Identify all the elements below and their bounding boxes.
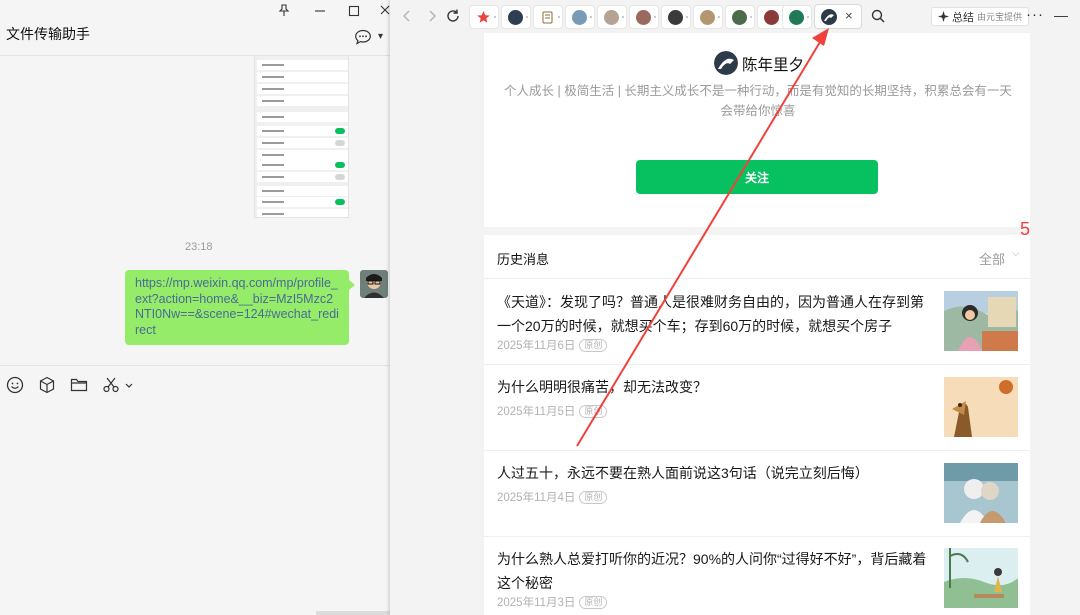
scrollbar[interactable] [316,611,390,615]
chevron-down-icon[interactable]: ⌵ [1012,248,1020,259]
article-meta: 2025年11月6日 原创 [497,337,608,353]
profile-avatar[interactable] [714,51,738,75]
tab[interactable] [782,5,812,29]
profile-name: 陈年里夕 [742,57,805,74]
profile-card: 陈年里夕 个人成长 | 极简生活 | 长期主义成长不是一种行动，而是有觉知的长期… [484,33,1030,227]
tab-avatar-icon [668,10,683,25]
profile-description: 个人成长 | 极简生活 | 长期主义成长不是一种行动，而是有觉知的长期坚持，积累… [504,84,1012,118]
article-date: 2025年11月4日 [497,492,576,504]
summary-sub-label: 由元宝提供 [977,12,1023,22]
summary-label: 总结 [952,11,974,24]
message-timestamp: 23:18 [185,241,213,253]
tab-avatar-icon [764,10,779,25]
tab-avatar-icon [700,10,715,25]
history-list: 历史消息 全部 ⌵ 《天道》：发现了吗？普通人是很难财务自由的，因为普通人在存到… [484,235,1030,615]
article-date: 2025年11月6日 [497,340,576,352]
summary-button[interactable]: 总结 由元宝提供 [931,7,1030,26]
original-badge: 原创 [579,404,608,418]
list-item[interactable]: 为什么明明很痛苦，却无法改变？ 2025年11月5日 原创 [484,364,1030,450]
minimize-icon[interactable] [314,4,326,20]
article-thumbnail [944,548,1018,608]
tab[interactable] [693,5,723,29]
tab-avatar-icon [789,10,804,25]
chat-title: 文件传输助手 [6,26,90,42]
article-meta: 2025年11月4日 原创 [497,489,608,505]
article-thumbnail [944,377,1018,437]
tab[interactable] [565,5,595,29]
minimize-icon[interactable]: — [1054,7,1068,23]
tab-close-icon[interactable]: × [845,8,853,23]
chat-window: 文件传输助手 ▾ 23:18 https://mp.weixin.qq.com/… [0,0,390,615]
original-badge: 原创 [579,490,608,504]
tab-avatar-icon [732,10,747,25]
article-date: 2025年11月3日 [497,597,576,609]
more-icon[interactable]: ··· [1026,6,1044,23]
divider [0,365,390,366]
pin-icon[interactable] [278,4,290,20]
message-bubble-link[interactable]: https://mp.weixin.qq.com/mp/profile_ext?… [125,270,355,345]
original-badge: 原创 [579,595,608,609]
chevron-down-icon[interactable]: ▾ [378,31,383,42]
article-title: 人过五十，永远不要在熟人面前说这3句话（说完立刻后悔） [497,465,869,481]
maximize-icon[interactable] [348,4,360,20]
scissors-icon[interactable] [102,376,138,396]
close-icon[interactable] [380,4,390,20]
back-icon[interactable] [398,7,416,25]
article-title: 为什么熟人总爱打听你的近况？90%的人问你“过得好不好”，背后藏着这个秘密 [497,551,927,591]
emoji-icon[interactable] [6,376,26,396]
tab[interactable] [501,5,531,29]
article-thumbnail [944,463,1018,523]
list-item[interactable]: 《天道》：发现了吗？普通人是很难财务自由的，因为普通人在存到第一个20万的时候，… [484,278,1030,364]
chat-bubble-icon[interactable] [354,29,374,49]
tab[interactable] [533,5,563,29]
tab[interactable] [661,5,691,29]
article-title: 为什么明明很痛苦，却无法改变？ [497,379,707,395]
original-badge: 原创 [579,338,608,352]
tab[interactable] [597,5,627,29]
tab-avatar-icon [636,10,651,25]
browser-window: × 总结 由元宝提供 ··· — 陈年里夕 个人成长 | 极简生活 | 长期主义… [390,0,1080,615]
article-date: 2025年11月5日 [497,406,576,418]
list-item[interactable]: 人过五十，永远不要在熟人面前说这3句话（说完立刻后悔） 2025年11月4日 原… [484,450,1030,536]
tab-active[interactable]: × [814,4,862,29]
tab[interactable] [725,5,755,29]
article-title: 《天道》：发现了吗？普通人是很难财务自由的，因为普通人在存到第一个20万的时候，… [497,294,924,334]
forward-icon[interactable] [423,7,441,25]
list-item[interactable]: 为什么熟人总爱打听你的近况？90%的人问你“过得好不好”，背后藏着这个秘密 20… [484,536,1030,615]
browser-toolbar: × 总结 由元宝提供 ··· — [390,0,1080,33]
tab-avatar-icon [508,10,523,25]
folder-icon[interactable] [70,376,90,396]
tab-avatar-icon [604,10,619,25]
tab[interactable] [629,5,659,29]
box-icon[interactable] [38,376,58,396]
history-title: 历史消息 [497,252,550,267]
phone-screenshot-image[interactable] [254,55,349,218]
article-thumbnail [944,291,1018,351]
tab[interactable] [469,5,499,29]
tab-avatar-icon [572,10,587,25]
avatar[interactable] [360,270,388,298]
article-meta: 2025年11月3日 原创 [497,594,608,610]
search-icon[interactable] [870,8,886,24]
follow-button[interactable]: 关注 [636,160,878,194]
sparkle-icon [938,11,949,22]
reload-icon[interactable] [444,7,462,25]
article-meta: 2025年11月5日 原创 [497,403,608,419]
history-filter[interactable]: 全部 [979,249,1005,268]
